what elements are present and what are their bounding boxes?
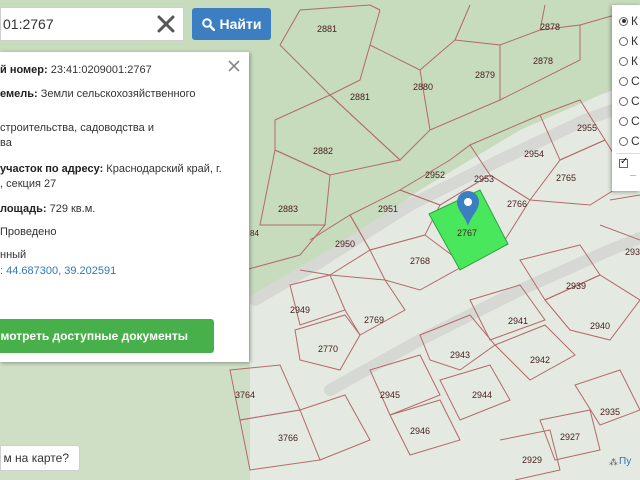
map-help-label: м на карте?	[3, 451, 69, 465]
plot-label: 2945	[380, 390, 400, 400]
close-panel-button[interactable]	[226, 58, 242, 74]
layer-option-label: С	[631, 134, 640, 148]
plot-type-value: нный	[0, 249, 27, 261]
plot-label: 2766	[507, 199, 527, 209]
address-value: Краснодарский край, г.	[106, 163, 222, 175]
plot-label: 84	[250, 229, 259, 238]
radio-icon	[619, 96, 628, 106]
plot-label: 293	[625, 247, 640, 257]
layer-option-label: С	[631, 114, 640, 128]
area-label: лощадь:	[0, 203, 47, 215]
layer-option-label: С	[631, 74, 640, 88]
cadastral-number-row: й номер: 23:41:0209001:2767	[0, 64, 152, 76]
plot-label: 2927	[560, 432, 580, 442]
layer-checkbox[interactable]	[619, 156, 631, 168]
survey-status-value: Проведено	[0, 226, 57, 238]
plot-label: 2768	[410, 256, 430, 266]
close-icon	[157, 15, 175, 33]
radio-icon	[619, 76, 628, 86]
checkbox-icon	[619, 156, 628, 168]
layer-option[interactable]: С	[619, 114, 640, 128]
search-input[interactable]	[1, 8, 151, 40]
attribution-icon: ⁂	[609, 457, 618, 467]
layer-option[interactable]: С	[619, 94, 640, 108]
coordinates-link[interactable]: : 44.687300, 39.202591	[0, 265, 116, 277]
plot-label: 2929	[522, 455, 542, 465]
layer-divider	[616, 153, 640, 154]
plot-label: 2765	[556, 173, 576, 183]
plot-label: 2878	[540, 22, 560, 32]
plot-label: 2949	[290, 305, 310, 315]
plot-label: 2942	[530, 355, 550, 365]
radio-icon	[619, 136, 628, 146]
layer-option-label: К	[631, 54, 638, 68]
plot-label: 2943	[450, 350, 470, 360]
plot-label: 2880	[413, 82, 433, 92]
clear-search-button[interactable]	[153, 11, 179, 37]
land-category-value: Земли сельскохозяйственного	[40, 88, 196, 100]
search-button-label: Найти	[219, 16, 262, 32]
land-category-row: емель: Земли сельскохозяйственного	[0, 88, 196, 100]
plot-label: 2881	[350, 92, 370, 102]
layer-option[interactable]: С	[619, 74, 640, 88]
address-row: участок по адресу: Краснодарский край, г…	[0, 163, 222, 175]
radio-icon	[619, 56, 628, 66]
layer-option[interactable]: К	[619, 34, 638, 48]
address-line-2: , секция 27	[0, 178, 57, 190]
plot-label: 2939	[566, 281, 586, 291]
plot-label: 2881	[317, 24, 337, 34]
plot-label: 2770	[318, 344, 338, 354]
plot-label: 2946	[410, 426, 430, 436]
plot-label: 2952	[425, 170, 445, 180]
search-button[interactable]: Найти	[192, 8, 271, 40]
plot-label: 2769	[364, 315, 384, 325]
plot-label: 3766	[278, 433, 298, 443]
search-box	[0, 7, 184, 41]
radio-icon	[619, 36, 628, 46]
plot-label: 2882	[313, 146, 333, 156]
permitted-use-line-2: ва	[0, 137, 12, 149]
plot-label: 2951	[378, 204, 398, 214]
layer-option[interactable]: С	[619, 134, 640, 148]
cadastral-number-label: й номер:	[0, 64, 48, 76]
layer-option[interactable]: К	[619, 14, 638, 28]
search-icon	[201, 17, 215, 31]
layer-option[interactable]: К	[619, 54, 638, 68]
layer-option-label: К	[631, 34, 638, 48]
view-documents-button[interactable]: мотреть доступные документы	[0, 319, 214, 353]
plot-label: 2878	[533, 56, 553, 66]
plot-label: 2941	[508, 316, 528, 326]
area-row: лощадь: 729 кв.м.	[0, 203, 95, 215]
plot-label: 2940	[590, 321, 610, 331]
cadastral-number-value: 23:41:0209001:2767	[50, 64, 152, 76]
map-help-button[interactable]: м на карте?	[0, 445, 80, 471]
radio-icon	[619, 16, 628, 26]
checkbox-sublabel-line	[630, 175, 636, 176]
plot-label: 2950	[335, 239, 355, 249]
plot-label: 3764	[235, 390, 255, 400]
plot-label: 2954	[524, 149, 544, 159]
layer-switcher-panel: К К К С С С С Т	[612, 5, 640, 191]
plot-label: 2944	[472, 390, 492, 400]
plot-label: 2879	[475, 70, 495, 80]
plot-label: 2935	[600, 407, 620, 417]
plot-label: 2767	[457, 228, 477, 238]
map-attribution-link[interactable]: Пу	[619, 456, 631, 467]
layer-option-label: С	[631, 94, 640, 108]
plot-label: 2883	[278, 204, 298, 214]
layer-option-label: К	[631, 14, 638, 28]
land-category-label: емель:	[0, 88, 38, 100]
address-label: участок по адресу:	[0, 163, 104, 175]
plot-label: 2955	[577, 123, 597, 133]
radio-icon	[619, 116, 628, 126]
permitted-use-line-1: строительства, садоводства и	[0, 122, 154, 134]
plot-label: 2953	[474, 174, 494, 184]
area-value: 729 кв.м.	[49, 203, 96, 215]
plot-info-panel: й номер: 23:41:0209001:2767 емель: Земли…	[0, 52, 249, 362]
close-icon	[228, 60, 240, 72]
